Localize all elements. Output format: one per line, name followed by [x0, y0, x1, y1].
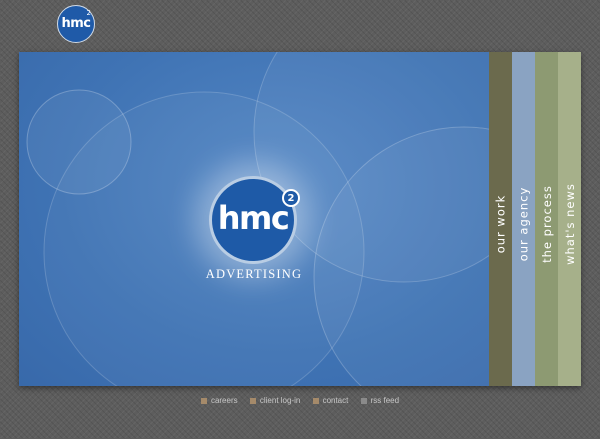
- footer-link-contact[interactable]: contact: [312, 396, 349, 405]
- square-bullet-icon: [200, 397, 207, 404]
- tagline: ADVERTISING: [205, 267, 303, 281]
- footer-link-rss-feed[interactable]: rss feed: [360, 396, 400, 405]
- center-logo-superscript: 2: [282, 189, 300, 207]
- nav-the-process-label: the process: [539, 185, 554, 263]
- footer-link-client-login[interactable]: client log-in: [249, 396, 301, 405]
- footer-link-contact-label: contact: [322, 396, 349, 405]
- home-logo-superscript: 2: [86, 9, 91, 17]
- nav-our-agency-label: our agency: [516, 186, 531, 262]
- nav-whats-news[interactable]: what's news: [558, 52, 581, 386]
- footer-link-careers-label: careers: [210, 396, 238, 405]
- nav-whats-news-label: what's news: [562, 183, 577, 265]
- footer-link-rss-feed-label: rss feed: [370, 396, 400, 405]
- center-logo: hmc 2: [209, 176, 300, 264]
- main-frame: hmc 2 ADVERTISING our work our agency th…: [19, 52, 581, 386]
- nav-the-process[interactable]: the process: [535, 52, 558, 386]
- footer-link-careers[interactable]: careers: [200, 396, 238, 405]
- home-logo-text: hmc: [61, 16, 91, 31]
- rss-icon: [360, 397, 367, 404]
- nav-our-agency[interactable]: our agency: [512, 52, 535, 386]
- nav-our-work[interactable]: our work: [489, 52, 512, 386]
- hero-panel: hmc 2 ADVERTISING: [19, 52, 489, 386]
- center-logo-text: hmc: [217, 199, 290, 237]
- footer-links: careers client log-in contact rss feed: [0, 396, 600, 406]
- nav-our-work-label: our work: [493, 194, 508, 254]
- footer-link-client-login-label: client log-in: [259, 396, 301, 405]
- home-logo[interactable]: hmc 2: [57, 5, 95, 43]
- square-bullet-icon: [249, 397, 256, 404]
- square-bullet-icon: [312, 397, 319, 404]
